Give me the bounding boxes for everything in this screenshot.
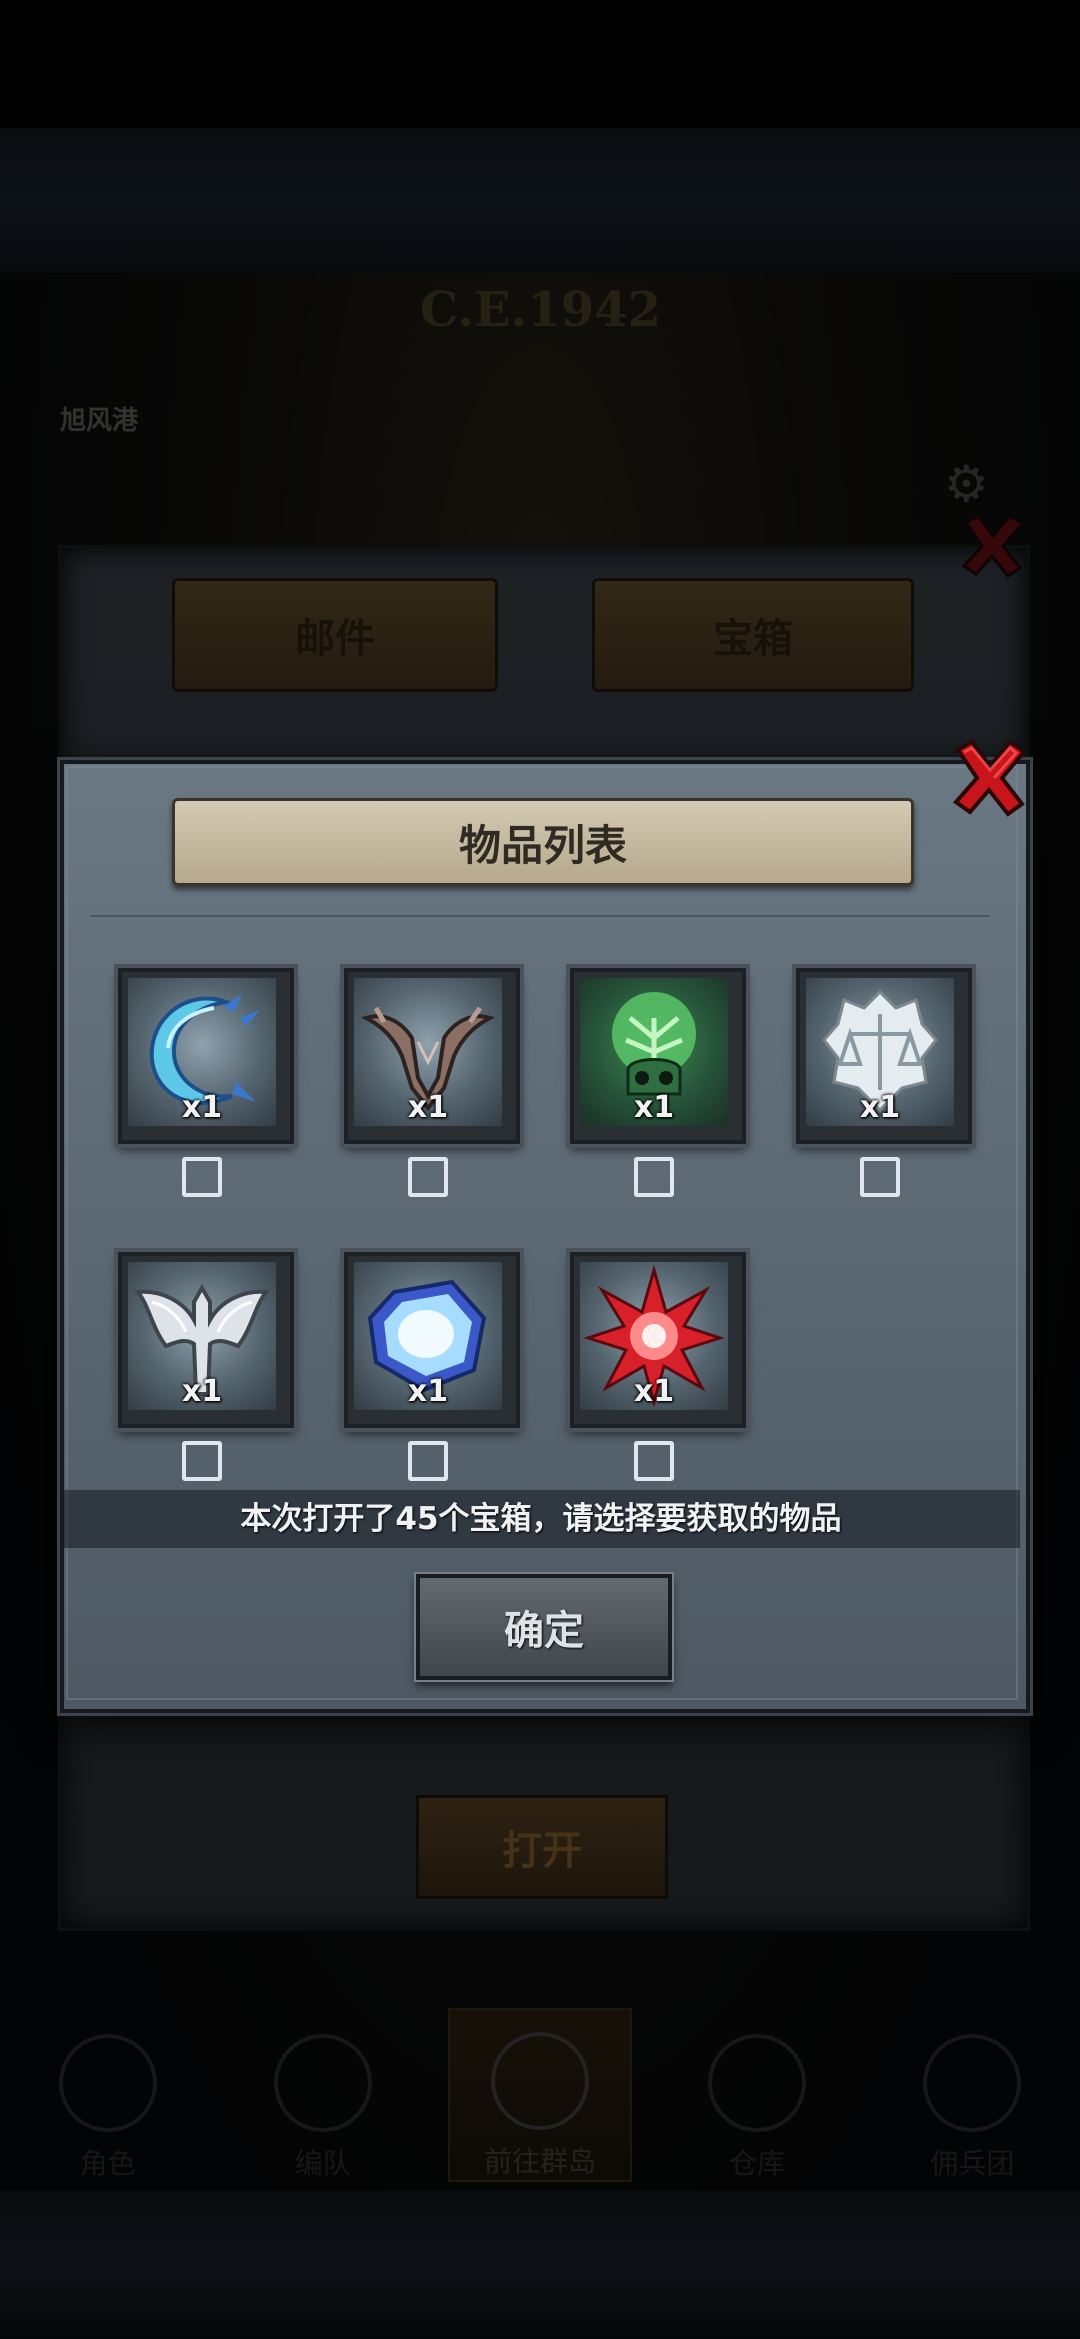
item-quantity: x1 — [181, 1090, 223, 1125]
dialog-title: 物品列表 — [172, 798, 914, 886]
info-text: 本次打开了45个宝箱，请选择要获取的物品 — [240, 1501, 842, 1537]
item-checkbox[interactable] — [408, 1157, 448, 1197]
item-quantity: x1 — [633, 1374, 675, 1409]
item-quantity: x1 — [407, 1374, 449, 1409]
item-slot[interactable]: x1 — [570, 968, 746, 1144]
item-slot[interactable]: x1 — [570, 1252, 746, 1428]
item-slot[interactable]: x1 — [796, 968, 972, 1144]
item-quantity: x1 — [859, 1090, 901, 1125]
confirm-button[interactable]: 确定 — [416, 1574, 672, 1680]
item-checkbox[interactable] — [860, 1157, 900, 1197]
close-icon[interactable] — [950, 736, 1030, 818]
item-quantity: x1 — [633, 1090, 675, 1125]
item-list-dialog — [60, 760, 1030, 1713]
item-slot[interactable]: x1 — [118, 968, 294, 1144]
item-checkbox[interactable] — [634, 1441, 674, 1481]
title-divider — [90, 915, 990, 917]
item-checkbox[interactable] — [182, 1157, 222, 1197]
item-quantity: x1 — [181, 1374, 223, 1409]
item-checkbox[interactable] — [634, 1157, 674, 1197]
item-slot[interactable]: x1 — [344, 1252, 520, 1428]
item-quantity: x1 — [407, 1090, 449, 1125]
item-checkbox[interactable] — [182, 1441, 222, 1481]
item-slot[interactable]: x1 — [344, 968, 520, 1144]
item-checkbox[interactable] — [408, 1441, 448, 1481]
item-slot[interactable]: x1 — [118, 1252, 294, 1428]
